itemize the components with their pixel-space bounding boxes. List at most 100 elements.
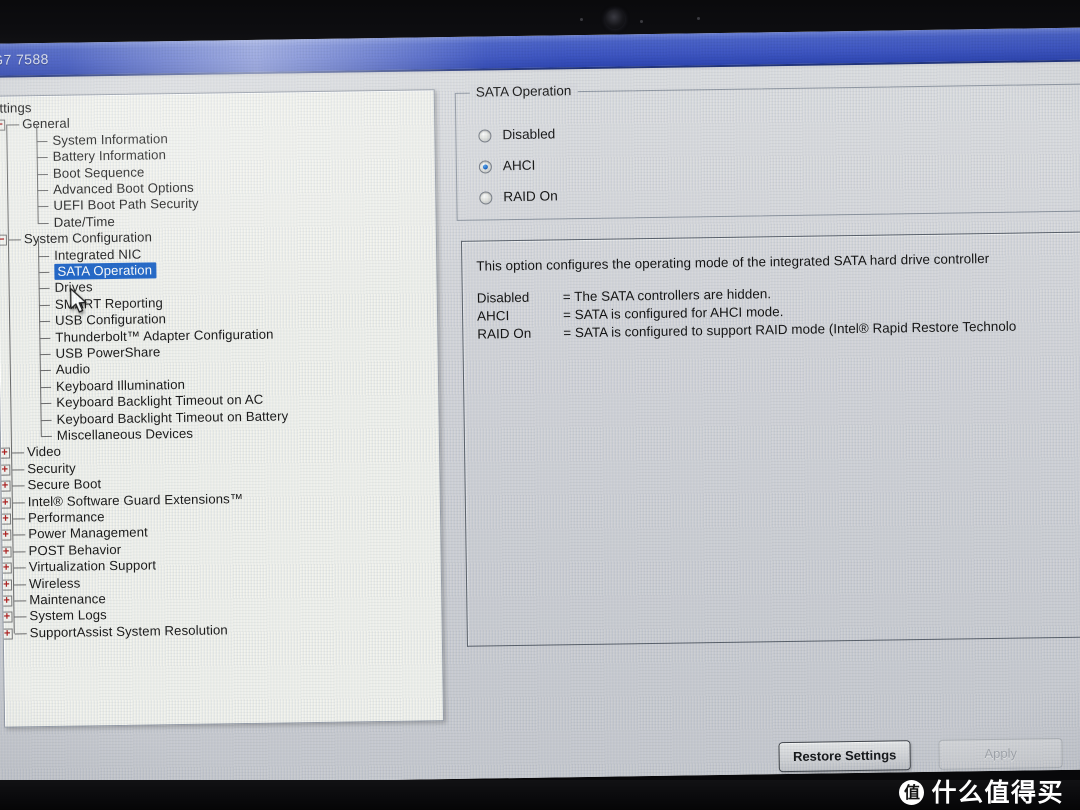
tree-connector-line xyxy=(12,501,25,504)
tree-connector-line xyxy=(38,288,50,290)
tree-item-label: System Configuration xyxy=(23,229,153,247)
tree-item-label: Miscellaneous Devices xyxy=(56,425,194,443)
tree-item-label: Boot Sequence xyxy=(52,164,145,181)
tree-connector-line xyxy=(37,222,49,224)
tree-connector-line xyxy=(36,140,48,142)
tree-connector-line xyxy=(12,485,25,487)
tree-connector-line xyxy=(38,271,50,274)
tree-connector-line xyxy=(37,189,49,192)
expander-minus-icon[interactable]: − xyxy=(0,119,6,132)
expander-plus-icon[interactable]: + xyxy=(0,496,11,509)
expander-plus-icon[interactable]: + xyxy=(1,611,13,624)
tree-connector-line xyxy=(14,583,27,586)
expander-plus-icon[interactable]: + xyxy=(0,513,12,525)
tree-item-label: SMART Reporting xyxy=(54,295,163,312)
tree-item-label: Wireless xyxy=(28,575,81,591)
tree-item-label: System Information xyxy=(52,130,168,148)
settings-tree: ettings − General System Information Battery… xyxy=(0,94,436,640)
tree-item-label: USB Configuration xyxy=(54,311,167,329)
radio-disabled-icon[interactable] xyxy=(478,129,492,143)
description-definition: = SATA is configured for AHCI mode. xyxy=(562,304,784,323)
tree-connector-line xyxy=(13,534,26,536)
tree-connector-line xyxy=(13,567,26,569)
description-term: AHCI xyxy=(476,308,510,324)
radio-ahci-label: AHCI xyxy=(502,157,536,174)
expander-plus-icon[interactable]: + xyxy=(1,595,13,607)
tree-connector-line xyxy=(39,370,51,372)
tree-connector-line xyxy=(40,403,52,405)
tree-connector-line xyxy=(40,419,52,421)
radio-raid-on-label: RAID On xyxy=(503,188,558,205)
tree-item-label: SATA Operation xyxy=(54,262,157,281)
sata-operation-legend: SATA Operation xyxy=(469,83,578,100)
description-box: This option configures the operating mod… xyxy=(460,231,1080,647)
tree-connector-line xyxy=(14,616,27,618)
tree-item-label: USB PowerShare xyxy=(55,344,161,361)
bios-setup-window: G7 7588 ettings − General System Informatio… xyxy=(0,27,1080,786)
tree-item-label: Integrated NIC xyxy=(54,246,142,263)
tree-item-label: Performance xyxy=(27,509,105,526)
tree-item-label: Security xyxy=(27,460,76,477)
expander-plus-icon[interactable]: + xyxy=(0,529,12,542)
tree-connector-line xyxy=(36,173,48,175)
tree-connector-line xyxy=(38,304,50,306)
tree-item-label: Drives xyxy=(54,279,93,296)
tree-connector-line xyxy=(13,518,26,520)
description-term: RAID On xyxy=(477,325,532,342)
tree-connector-line xyxy=(36,157,48,159)
description-definition: = The SATA controllers are hidden. xyxy=(562,286,772,305)
option-pane: SATA Operation Disabled AHCI RAID On Thi… xyxy=(454,79,1080,773)
tree-item-label: Secure Boot xyxy=(27,476,102,493)
tree-connector-line xyxy=(14,600,27,602)
expander-plus-icon[interactable]: + xyxy=(0,545,12,558)
laptop-bottom-bezel xyxy=(0,780,1080,810)
radio-ahci-icon[interactable] xyxy=(478,160,492,174)
description-term: Disabled xyxy=(476,289,530,306)
tree-item-label: POST Behavior xyxy=(28,541,122,559)
description-text: This option configures the operating mod… xyxy=(476,250,1016,344)
tree-connector-line xyxy=(7,124,20,126)
webcam-icon xyxy=(605,9,625,29)
radio-disabled-label: Disabled xyxy=(502,126,556,143)
tree-connector-line xyxy=(37,206,49,208)
window-body: ettings − General System Information Battery… xyxy=(0,63,1080,786)
tree-item-label: Power Management xyxy=(28,524,149,542)
window-title: G7 7588 xyxy=(0,50,49,68)
settings-tree-panel[interactable]: ettings − General System Information Battery… xyxy=(0,89,445,728)
tree-connector-line xyxy=(40,435,52,438)
expander-plus-icon[interactable]: + xyxy=(0,480,11,492)
apply-button[interactable]: Apply xyxy=(938,737,1063,770)
tree-item-label: ettings xyxy=(0,100,32,116)
tree-connector-line xyxy=(38,255,50,257)
tree-item-label: System Logs xyxy=(29,607,107,624)
radio-raid-on-icon[interactable] xyxy=(479,191,493,205)
tree-item-label: Keyboard Illumination xyxy=(55,376,186,394)
tree-item-label: SupportAssist System Resolution xyxy=(29,622,228,641)
expander-plus-icon[interactable]: + xyxy=(0,447,11,460)
sata-operation-groupbox: SATA Operation Disabled AHCI RAID On xyxy=(454,83,1080,221)
expander-minus-icon[interactable]: − xyxy=(0,234,7,246)
expander-plus-icon[interactable]: + xyxy=(0,578,13,591)
tree-connector-line xyxy=(39,321,51,323)
tree-item-label: Battery Information xyxy=(52,147,167,165)
bezel-sensor-dot xyxy=(697,17,700,20)
tree-connector-line xyxy=(12,469,25,471)
tree-item-label: Date/Time xyxy=(53,213,116,230)
radio-selected-pip-icon xyxy=(482,164,488,170)
bezel-sensor-dot xyxy=(640,20,643,23)
expander-plus-icon[interactable]: + xyxy=(0,463,11,476)
tree-item-label: Audio xyxy=(55,361,91,378)
expander-plus-icon[interactable]: + xyxy=(1,627,13,640)
tree-item-label: Virtualization Support xyxy=(28,557,157,575)
restore-settings-button[interactable]: Restore Settings xyxy=(778,740,911,773)
tree-connector-line xyxy=(14,633,27,635)
tree-connector-line xyxy=(12,452,25,454)
bezel-sensor-dot xyxy=(580,18,583,21)
tree-connector-line xyxy=(40,386,52,388)
tree-item-label: General xyxy=(22,116,70,132)
tree-item-label: Maintenance xyxy=(29,591,106,608)
expander-plus-icon[interactable]: + xyxy=(0,562,12,574)
tree-connector-line xyxy=(13,551,26,553)
tree-connector-line xyxy=(8,239,21,241)
tree-connector-line xyxy=(39,337,51,339)
